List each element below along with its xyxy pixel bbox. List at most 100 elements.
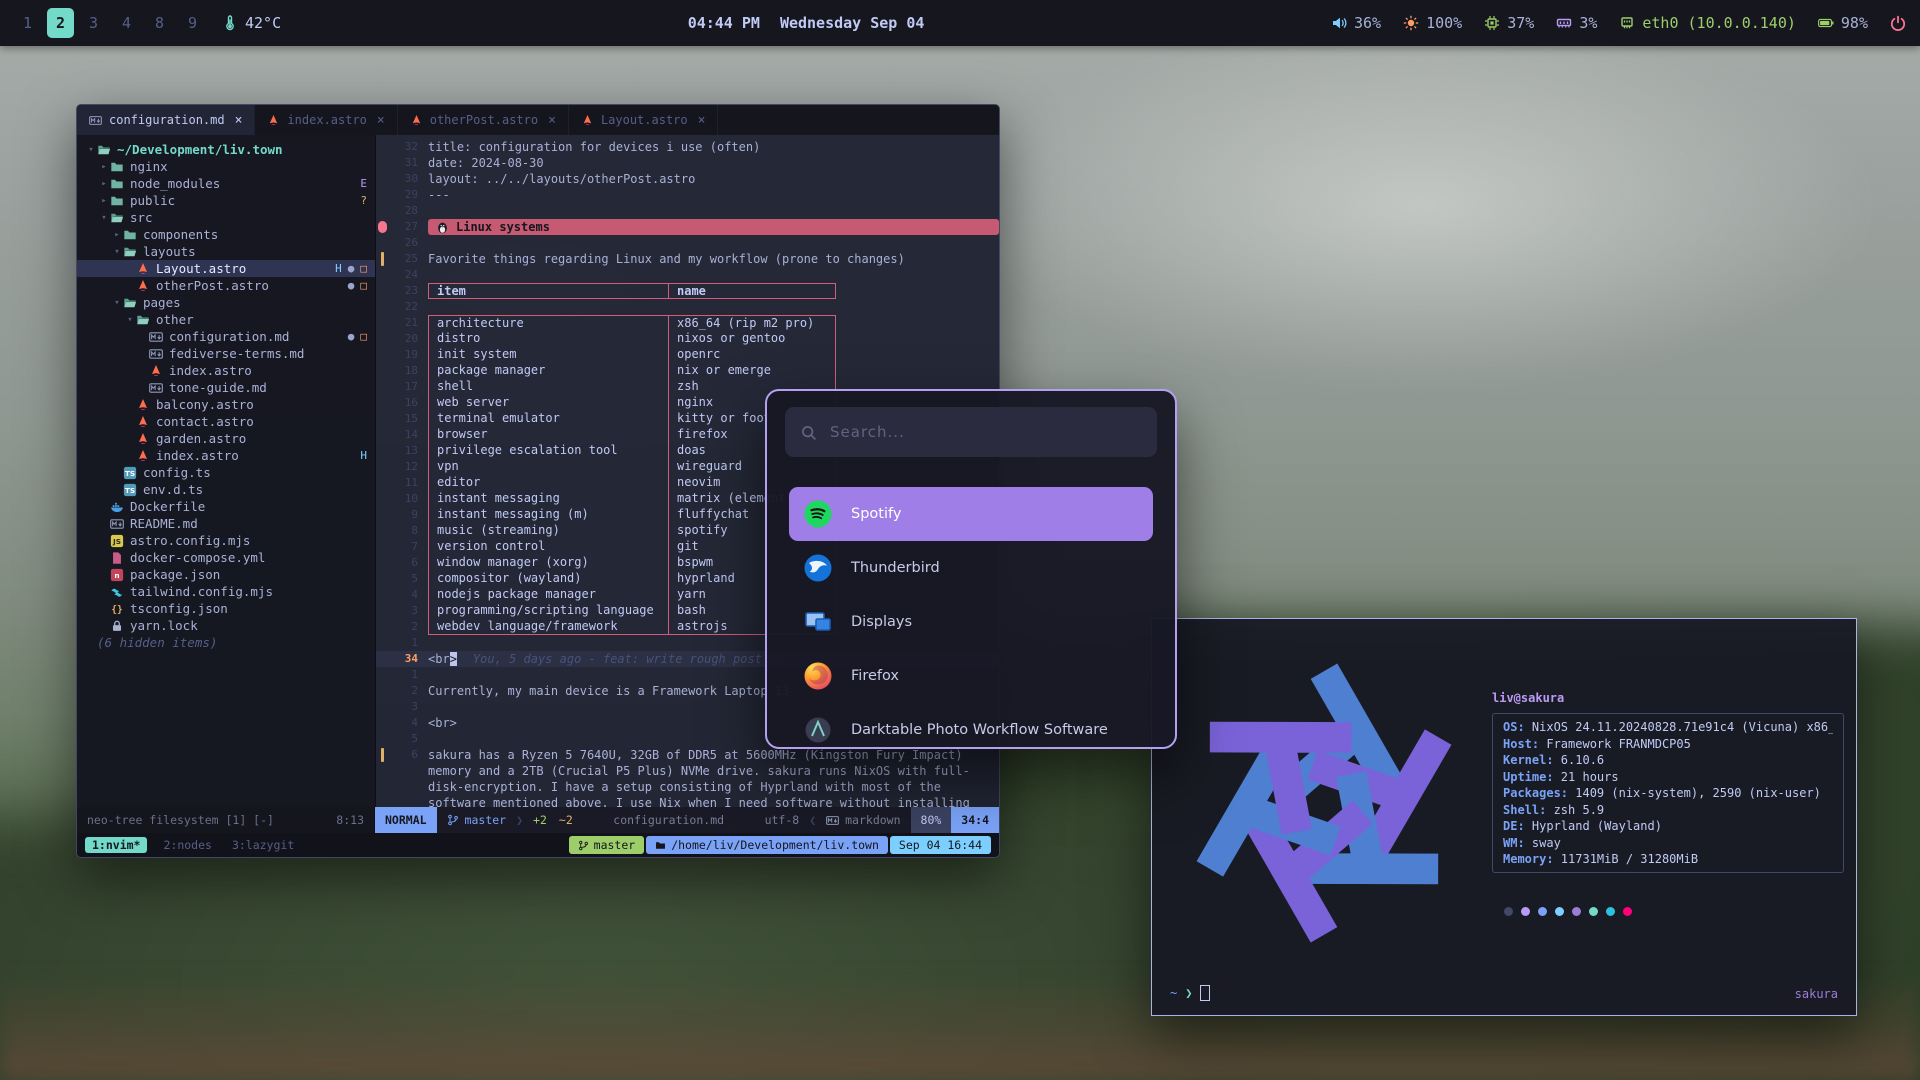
badge: □ [360, 262, 367, 275]
tree-item-layouts[interactable]: ▾layouts [77, 243, 375, 260]
tree-item-label: Dockerfile [130, 499, 205, 514]
module-brightness[interactable]: 100% [1403, 14, 1462, 32]
module-volume[interactable]: 36% [1331, 14, 1381, 32]
tree-item-astro-config-mjs[interactable]: JSastro.config.mjs [77, 532, 375, 549]
buffer-line[interactable]: 6sakura has a Ryzen 5 7640U, 32GB of DDR… [376, 747, 999, 807]
chevron-icon: ▸ [98, 196, 110, 206]
sign-column [376, 651, 388, 667]
module-memory[interactable]: 3% [1556, 14, 1597, 32]
tree-item-balcony-astro[interactable]: balcony.astro [77, 396, 375, 413]
tmux-path-segment: /home/liv/Development/liv.town [646, 836, 888, 854]
table-cell-item: music (streaming) [428, 523, 668, 539]
search-input[interactable] [828, 422, 1142, 442]
workspace-1[interactable]: 1 [14, 8, 41, 38]
info-wm: WM: sway [1503, 836, 1833, 850]
buffer-line[interactable]: 18package managernix or emerge [376, 363, 999, 379]
tree-item-development-liv-town[interactable]: ▾~/Development/liv.town [77, 141, 375, 158]
tree-item-label: docker-compose.yml [130, 550, 265, 565]
sign-column [376, 523, 388, 539]
tree-item-config-ts[interactable]: TSconfig.ts [77, 464, 375, 481]
tree-item-label: contact.astro [156, 414, 254, 429]
tab-otherpost-astro[interactable]: otherPost.astro× [398, 105, 569, 135]
buffer-line[interactable]: 31date: 2024-08-30 [376, 155, 999, 171]
tree-item-components[interactable]: ▸components [77, 226, 375, 243]
tree-item-6-hidden-items[interactable]: (6 hidden items) [77, 634, 375, 651]
tree-item-layout-astro[interactable]: Layout.astroH●□ [77, 260, 375, 277]
buffer-line[interactable]: 22 [376, 299, 999, 315]
tmux-git-segment: master [569, 836, 645, 854]
buffer-line[interactable]: 21architecturex86_64 (rip m2 pro) [376, 315, 999, 331]
astro-icon [581, 114, 594, 127]
nixos-logo-svg [1174, 653, 1474, 953]
tree-item-tsconfig-json[interactable]: {}tsconfig.json [77, 600, 375, 617]
tree-item-fediverse-terms-md[interactable]: fediverse-terms.md [77, 345, 375, 362]
buffer-line[interactable]: 25Favorite things regarding Linux and my… [376, 251, 999, 267]
tree-item-contact-astro[interactable]: contact.astro [77, 413, 375, 430]
launcher-search[interactable] [785, 407, 1157, 457]
tree-item-garden-astro[interactable]: garden.astro [77, 430, 375, 447]
launcher-item-displays[interactable]: Displays [789, 595, 1153, 649]
module-cpu[interactable]: 37% [1484, 14, 1534, 32]
tree-item-package-json[interactable]: npackage.json [77, 566, 375, 583]
tree-item-readme-md[interactable]: README.md [77, 515, 375, 532]
tree-item-badges: ●□ [348, 279, 367, 292]
tree-item-pages[interactable]: ▾pages [77, 294, 375, 311]
tmux-window-1-nvim[interactable]: 1:nvim* [85, 837, 147, 853]
module-network[interactable]: eth0 (10.0.0.140) [1619, 14, 1796, 32]
temperature-widget[interactable]: 42°C [222, 14, 281, 32]
workspace-9[interactable]: 9 [179, 8, 206, 38]
launcher-item-darktable-photo-workflow-software[interactable]: Darktable Photo Workflow Software [789, 703, 1153, 749]
workspace-4[interactable]: 4 [113, 8, 140, 38]
launcher-item-thunderbird[interactable]: Thunderbird [789, 541, 1153, 595]
tmux-window-2-nodes[interactable]: 2:nodes [159, 837, 215, 853]
close-icon[interactable]: × [377, 113, 385, 128]
tree-item-env-d-ts[interactable]: TSenv.d.ts [77, 481, 375, 498]
buffer-line[interactable]: 26 [376, 235, 999, 251]
tree-item-node-modules[interactable]: ▸node_modulesE [77, 175, 375, 192]
buffer-line[interactable]: 30layout: ../../layouts/otherPost.astro [376, 171, 999, 187]
module-battery[interactable]: 98% [1818, 14, 1868, 32]
workspace-2[interactable]: 2 [47, 8, 74, 38]
tab-index-astro[interactable]: index.astro× [255, 105, 397, 135]
workspace-8[interactable]: 8 [146, 8, 173, 38]
close-icon[interactable]: × [548, 113, 556, 128]
scroll-progress: 80% [911, 807, 952, 833]
tab-layout-astro[interactable]: Layout.astro× [569, 105, 719, 135]
tree-item-src[interactable]: ▾src [77, 209, 375, 226]
tab-configuration-md[interactable]: configuration.md× [77, 105, 255, 135]
power-button[interactable] [1890, 15, 1906, 31]
buffer-line[interactable]: 28 [376, 203, 999, 219]
buffer-line[interactable]: 23itemname [376, 283, 999, 299]
close-icon[interactable]: × [698, 113, 706, 128]
buffer-line[interactable]: 32title: configuration for devices i use… [376, 139, 999, 155]
palette-dot [1606, 907, 1615, 916]
module-cpu-value: 37% [1507, 14, 1534, 32]
tree-item-configuration-md[interactable]: configuration.md●□ [77, 328, 375, 345]
buffer-line[interactable]: 24 [376, 267, 999, 283]
workspace-3[interactable]: 3 [80, 8, 107, 38]
tree-item-nginx[interactable]: ▸nginx [77, 158, 375, 175]
tree-item-public[interactable]: ▸public? [77, 192, 375, 209]
launcher-item-spotify[interactable]: Spotify [789, 487, 1153, 541]
tree-item-index-astro[interactable]: index.astroH [77, 447, 375, 464]
file-icon [97, 143, 111, 157]
tree-item-tone-guide-md[interactable]: tone-guide.md [77, 379, 375, 396]
tree-item-otherpost-astro[interactable]: otherPost.astro●□ [77, 277, 375, 294]
launcher-item-firefox[interactable]: Firefox [789, 649, 1153, 703]
tree-item-badges: ? [360, 194, 367, 207]
tree-item-tailwind-config-mjs[interactable]: tailwind.config.mjs [77, 583, 375, 600]
tree-item-other[interactable]: ▾other [77, 311, 375, 328]
buffer-line[interactable]: 20distronixos or gentoo [376, 331, 999, 347]
tree-item-yarn-lock[interactable]: yarn.lock [77, 617, 375, 634]
buffer-line[interactable]: 29--- [376, 187, 999, 203]
tmux-window-3-lazygit[interactable]: 3:lazygit [228, 837, 298, 853]
file-icon [110, 160, 124, 174]
sign-column [376, 427, 388, 443]
tree-item-dockerfile[interactable]: Dockerfile [77, 498, 375, 515]
shell-prompt[interactable]: ~ ❯ [1170, 985, 1210, 1001]
tree-item-docker-compose-yml[interactable]: docker-compose.yml [77, 549, 375, 566]
close-icon[interactable]: × [235, 113, 243, 128]
buffer-line[interactable]: 27Linux systems [376, 219, 999, 235]
tree-item-index-astro[interactable]: index.astro [77, 362, 375, 379]
buffer-line[interactable]: 19init systemopenrc [376, 347, 999, 363]
